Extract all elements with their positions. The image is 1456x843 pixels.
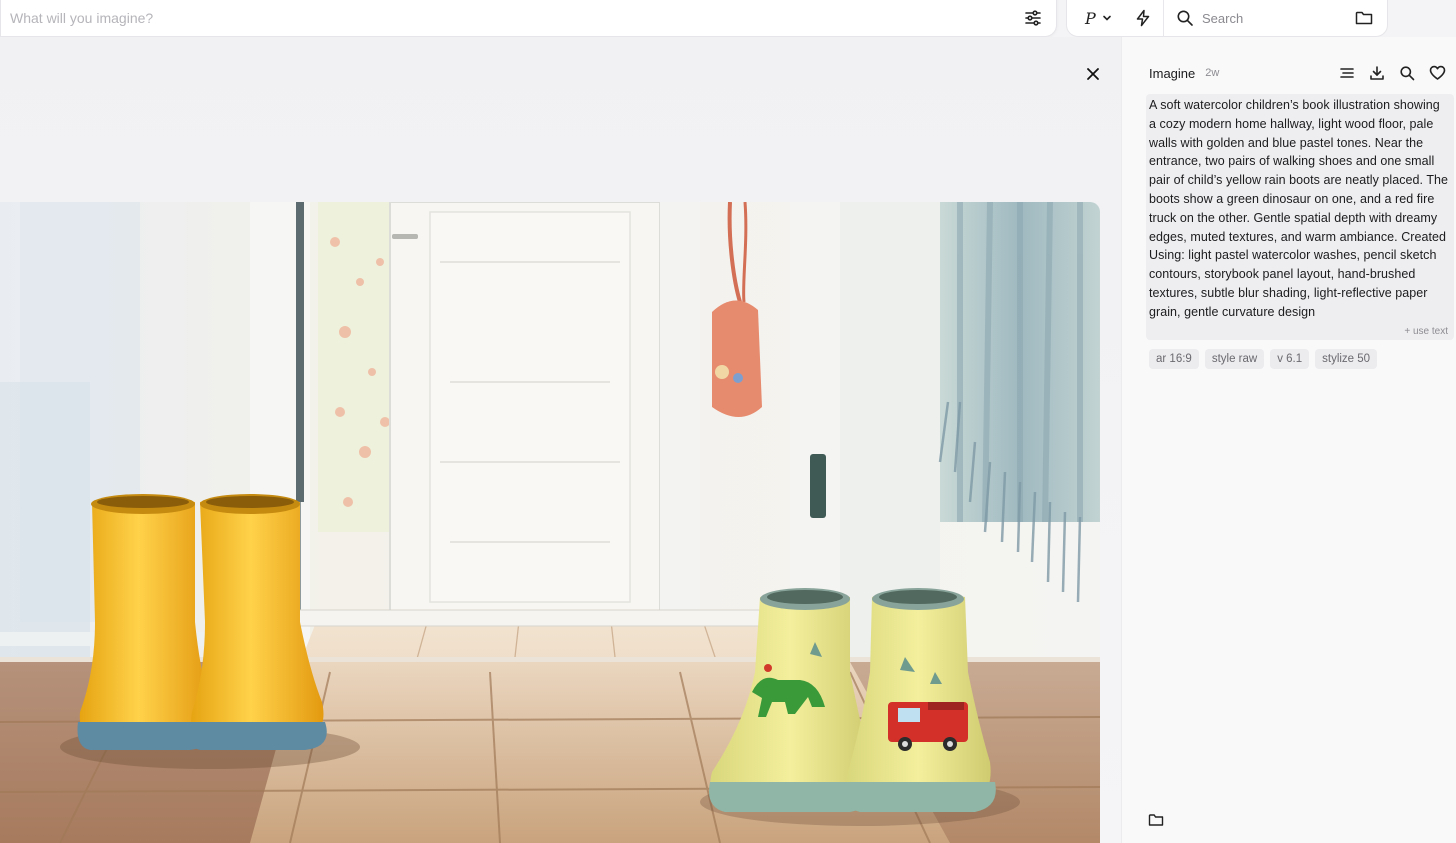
mode-dropdown[interactable]: P xyxy=(1067,9,1125,28)
folder-icon[interactable] xyxy=(1355,10,1373,26)
prompt-input[interactable] xyxy=(1,0,1016,36)
chip-version[interactable]: v 6.1 xyxy=(1270,349,1310,369)
search-icon xyxy=(1177,10,1193,26)
details-header: Imagine 2w xyxy=(1149,63,1446,83)
prompt-bar xyxy=(0,0,1057,37)
details-panel: Imagine 2w A soft watercolor children’s … xyxy=(1121,37,1456,843)
sliders-icon[interactable] xyxy=(1016,1,1050,35)
lightning-icon[interactable] xyxy=(1125,9,1161,27)
yellow-boot-left xyxy=(77,494,212,750)
menu-icon[interactable] xyxy=(1339,65,1355,81)
download-icon[interactable] xyxy=(1369,65,1385,81)
chip-style[interactable]: style raw xyxy=(1204,349,1265,369)
parameter-chips: ar 16:9 style raw v 6.1 stylize 50 xyxy=(1149,349,1378,369)
chip-stylize[interactable]: stylize 50 xyxy=(1315,349,1378,369)
tools-bar: P xyxy=(1066,0,1388,37)
prompt-text-box[interactable]: A soft watercolor children’s book illust… xyxy=(1146,94,1454,340)
search-box xyxy=(1164,9,1387,27)
chevron-down-icon xyxy=(1102,15,1111,21)
job-type-label: Imagine xyxy=(1149,65,1196,81)
use-text-button[interactable]: + use text xyxy=(1404,326,1448,337)
search-icon[interactable] xyxy=(1399,65,1415,81)
search-input[interactable] xyxy=(1202,10,1342,26)
generated-image[interactable] xyxy=(0,202,1100,843)
mode-label: P xyxy=(1085,8,1096,28)
heart-icon[interactable] xyxy=(1429,65,1446,81)
image-viewer xyxy=(0,37,1121,843)
prompt-text: A soft watercolor children’s book illust… xyxy=(1149,98,1449,319)
folder-icon[interactable] xyxy=(1148,813,1164,827)
chip-aspect-ratio[interactable]: ar 16:9 xyxy=(1149,349,1199,369)
job-age: 2w xyxy=(1205,67,1220,79)
close-icon[interactable] xyxy=(1082,63,1104,85)
details-actions xyxy=(1339,65,1446,81)
